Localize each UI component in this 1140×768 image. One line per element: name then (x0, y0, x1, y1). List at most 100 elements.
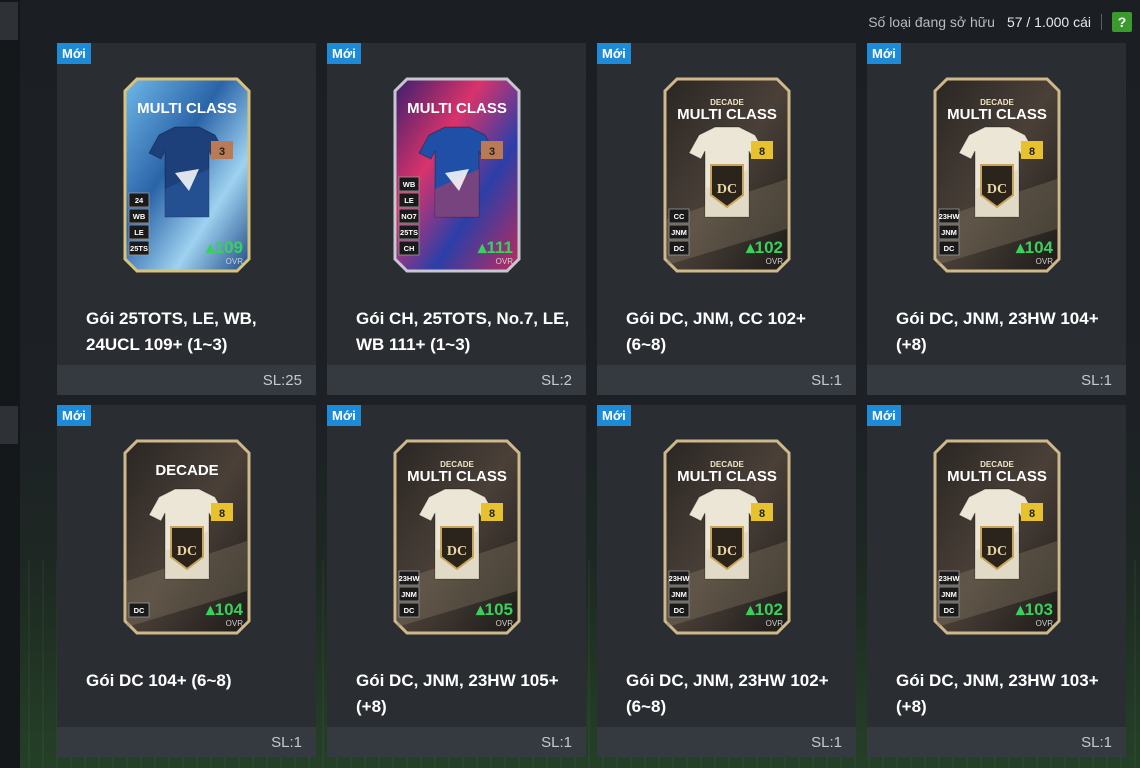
new-badge: Mới (597, 43, 631, 64)
card-label: MULTI CLASS (677, 106, 777, 123)
card-ovr-label: OVR (226, 619, 244, 628)
svg-text:DC: DC (177, 544, 197, 559)
pack-card[interactable]: Mới DECADE MULTI CLASS DC 8 23HW JNM DC … (597, 405, 856, 757)
new-badge: Mới (327, 43, 361, 64)
card-tag: 23HW (939, 570, 960, 586)
pack-quantity: SL:2 (541, 372, 572, 389)
card-label: MULTI CLASS (407, 468, 507, 485)
svg-text:DC: DC (987, 182, 1007, 197)
pack-quantity: SL:1 (811, 734, 842, 751)
new-badge: Mới (867, 405, 901, 426)
card-tag: 23HW (939, 208, 960, 224)
pack-footer: SL:1 (57, 727, 316, 757)
svg-text:JNM: JNM (401, 590, 417, 599)
card-ovr: ▴102 (745, 238, 783, 257)
pack-card-art: DECADE DC 8 DC ▴104 OVR (119, 431, 255, 636)
card-ovr: ▴104 (1015, 238, 1053, 257)
pack-card[interactable]: Mới DECADE MULTI CLASS DC 8 23HW JNM DC … (867, 405, 1126, 757)
card-label: DECADE (155, 462, 218, 479)
new-badge: Mới (867, 43, 901, 64)
help-button[interactable]: ? (1112, 12, 1132, 32)
card-level: 8 (759, 508, 765, 520)
new-badge: Mới (57, 43, 91, 64)
pack-title: Gói DC, JNM, 23HW 102+ (6~8) (626, 671, 829, 716)
svg-text:DC: DC (674, 244, 685, 253)
pack-quantity: SL:1 (541, 734, 572, 751)
svg-text:DC: DC (987, 544, 1007, 559)
card-level: 8 (489, 508, 495, 520)
svg-text:DC: DC (447, 544, 467, 559)
pack-footer: SL:1 (867, 727, 1126, 757)
card-tag: JNM (938, 224, 960, 240)
pack-card[interactable]: Mới DECADE DC 8 DC ▴104 OVR Gói DC 104+ … (57, 405, 316, 757)
svg-text:CC: CC (674, 212, 685, 221)
card-ovr-label: OVR (766, 619, 784, 628)
card-ovr-label: OVR (766, 257, 784, 266)
top-bar: Số loại đang sở hữu 57 / 1.000 cái ? (0, 0, 1140, 44)
card-tag: CC (668, 208, 690, 224)
new-badge: Mới (57, 405, 91, 426)
svg-text:DC: DC (717, 544, 737, 559)
pack-title: Gói 25TOTS, LE, WB, 24UCL 109+ (1~3) (86, 309, 257, 354)
svg-text:WB: WB (403, 180, 416, 189)
card-tag: 23HW (669, 570, 691, 586)
svg-text:23HW: 23HW (669, 574, 691, 583)
card-ovr-label: OVR (226, 257, 244, 266)
pack-footer: SL:1 (327, 727, 586, 757)
pack-footer: SL:2 (327, 365, 586, 395)
new-badge: Mới (327, 405, 361, 426)
pack-title: Gói DC, JNM, 23HW 105+ (+8) (356, 671, 559, 716)
pack-title: Gói CH, 25TOTS, No.7, LE, WB 111+ (1~3) (356, 309, 570, 354)
pack-card[interactable]: Mới DECADE MULTI CLASS DC 8 23HW JNM DC … (327, 405, 586, 757)
pack-card[interactable]: Mới MULTI CLASS 3 24 WB LE 25TS ▴109 OVR… (57, 43, 316, 395)
card-tag: LE (398, 192, 420, 208)
svg-text:DC: DC (944, 244, 955, 253)
card-level: 3 (489, 146, 495, 158)
svg-text:23HW: 23HW (399, 574, 421, 583)
card-label: MULTI CLASS (947, 106, 1047, 123)
svg-text:NO7: NO7 (401, 212, 416, 221)
svg-text:DC: DC (674, 606, 685, 615)
pack-card-art: DECADE MULTI CLASS DC 8 23HW JNM DC ▴103… (929, 431, 1065, 636)
pack-quantity: SL:1 (271, 734, 302, 751)
pack-quantity: SL:25 (262, 372, 302, 389)
card-tag: NO7 (398, 208, 420, 224)
card-tag: DC (398, 602, 420, 618)
svg-text:CH: CH (404, 244, 415, 253)
svg-text:DC: DC (134, 606, 145, 615)
card-tag: 25TS (398, 224, 420, 240)
card-tag: JNM (398, 586, 420, 602)
card-tag: DC (668, 602, 690, 618)
pack-card-art: DECADE MULTI CLASS DC 8 23HW JNM DC ▴102… (659, 431, 795, 636)
pack-footer: SL:25 (57, 365, 316, 395)
card-tag: WB (398, 176, 420, 192)
svg-text:WB: WB (133, 212, 146, 221)
pack-footer: SL:1 (597, 365, 856, 395)
left-tab-2[interactable] (0, 406, 18, 444)
card-ovr: ▴105 (475, 600, 513, 619)
card-level: 8 (1029, 508, 1035, 520)
owned-stats: Số loại đang sở hữu 57 / 1.000 cái ? (868, 12, 1132, 32)
pack-card[interactable]: Mới MULTI CLASS 3 WB LE NO7 25TS CH ▴111 (327, 43, 586, 395)
card-tag: DC (938, 602, 960, 618)
pack-card-art: DECADE MULTI CLASS DC 8 CC JNM DC ▴102 O… (659, 69, 795, 274)
card-label: MULTI CLASS (947, 468, 1047, 485)
owned-value: 57 / 1.000 cái (1006, 14, 1091, 30)
pack-card-art: MULTI CLASS 3 WB LE NO7 25TS CH ▴111 OVR (389, 69, 525, 274)
svg-text:DC: DC (944, 606, 955, 615)
svg-text:LE: LE (404, 196, 414, 205)
svg-text:DC: DC (717, 182, 737, 197)
pack-card[interactable]: Mới DECADE MULTI CLASS DC 8 23HW JNM DC … (867, 43, 1126, 395)
svg-text:25TS: 25TS (400, 228, 418, 237)
card-tag: 25TS (128, 240, 150, 256)
pack-title: Gói DC, JNM, CC 102+ (6~8) (626, 309, 806, 354)
svg-text:24: 24 (135, 196, 144, 205)
card-tag: CH (398, 240, 420, 256)
card-level: 8 (1029, 146, 1035, 158)
card-tag: DC (668, 240, 690, 256)
pack-card-art: MULTI CLASS 3 24 WB LE 25TS ▴109 OVR (119, 69, 255, 274)
pack-card[interactable]: Mới DECADE MULTI CLASS DC 8 CC JNM DC ▴1… (597, 43, 856, 395)
card-ovr: ▴102 (745, 600, 783, 619)
card-level: 8 (759, 146, 765, 158)
card-tag: JNM (668, 224, 690, 240)
